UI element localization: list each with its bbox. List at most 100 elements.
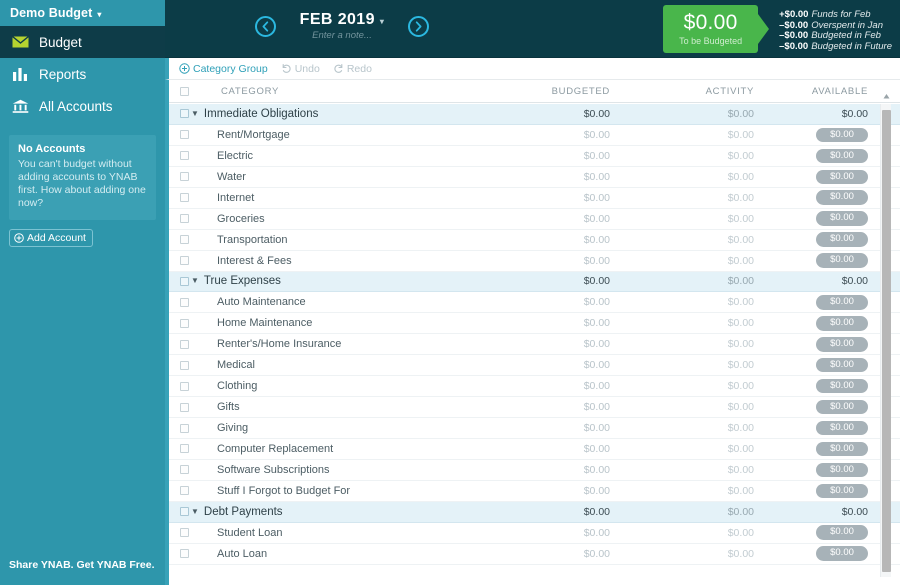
- category-budgeted-input[interactable]: $0.00: [506, 129, 624, 141]
- category-name[interactable]: Student Loan: [191, 527, 282, 539]
- category-row[interactable]: Renter's/Home Insurance $0.00 $0.00 $0.00: [169, 334, 900, 356]
- category-available-pill[interactable]: $0.00: [816, 232, 868, 247]
- category-available-pill[interactable]: $0.00: [816, 483, 868, 499]
- category-group-row[interactable]: ▼ True Expenses $0.00 $0.00 $0.00: [169, 271, 900, 293]
- column-header-budgeted[interactable]: BUDGETED: [506, 86, 624, 97]
- category-activity-value[interactable]: $0.00: [624, 485, 766, 497]
- column-header-category[interactable]: CATEGORY: [191, 86, 506, 97]
- category-row[interactable]: Stuff I Forgot to Budget For $0.00 $0.00 $0…: [169, 480, 900, 502]
- category-group-row[interactable]: ▼ Immediate Obligations $0.00 $0.00 $0.00: [169, 104, 900, 125]
- category-row[interactable]: Computer Replacement $0.00 $0.00 $0.00: [169, 439, 900, 460]
- category-budgeted-input[interactable]: $0.00: [506, 422, 624, 434]
- category-budgeted-input[interactable]: $0.00: [506, 338, 624, 350]
- category-activity-value[interactable]: $0.00: [624, 296, 766, 308]
- category-activity-value[interactable]: $0.00: [624, 192, 766, 204]
- category-budgeted-input[interactable]: $0.00: [506, 380, 624, 392]
- month-picker[interactable]: FEB 2019 ▾: [288, 11, 396, 29]
- select-all-checkbox[interactable]: [179, 86, 189, 96]
- category-budgeted-input[interactable]: $0.00: [506, 401, 624, 413]
- category-name[interactable]: Interest & Fees: [191, 255, 292, 267]
- category-activity-value[interactable]: $0.00: [624, 443, 766, 455]
- category-row[interactable]: Software Subscriptions $0.00 $0.00 $0.00: [169, 459, 900, 481]
- category-checkbox[interactable]: [179, 465, 189, 475]
- group-activity-value[interactable]: $0.00: [624, 506, 766, 518]
- category-name[interactable]: Rent/Mortgage: [191, 129, 290, 141]
- category-budgeted-input[interactable]: $0.00: [506, 527, 624, 539]
- category-available-pill[interactable]: $0.00: [816, 420, 868, 436]
- category-row[interactable]: Transportation $0.00 $0.00 $0.00: [169, 229, 900, 251]
- collapse-triangle-icon[interactable]: ▼: [191, 277, 199, 285]
- group-budgeted-value[interactable]: $0.00: [506, 108, 624, 120]
- category-budgeted-input[interactable]: $0.00: [506, 213, 624, 225]
- category-name[interactable]: Transportation: [191, 234, 288, 246]
- group-checkbox[interactable]: [179, 276, 189, 286]
- category-name[interactable]: Internet: [191, 192, 254, 204]
- category-checkbox[interactable]: [179, 444, 189, 454]
- budget-rows-container[interactable]: ▼ Immediate Obligations $0.00 $0.00 $0.00 Ren…: [169, 104, 900, 585]
- category-name[interactable]: Auto Maintenance: [191, 296, 306, 308]
- category-row[interactable]: Interest & Fees $0.00 $0.00 $0.00: [169, 250, 900, 272]
- category-activity-value[interactable]: $0.00: [624, 548, 766, 560]
- category-row[interactable]: Auto Loan $0.00 $0.00 $0.00: [169, 543, 900, 565]
- category-checkbox[interactable]: [179, 318, 189, 328]
- category-activity-value[interactable]: $0.00: [624, 317, 766, 329]
- category-checkbox[interactable]: [179, 214, 189, 224]
- category-budgeted-input[interactable]: $0.00: [506, 548, 624, 560]
- category-activity-value[interactable]: $0.00: [624, 359, 766, 371]
- category-budgeted-input[interactable]: $0.00: [506, 464, 624, 476]
- category-budgeted-input[interactable]: $0.00: [506, 234, 624, 246]
- category-name[interactable]: Computer Replacement: [191, 443, 333, 455]
- category-available-pill[interactable]: $0.00: [816, 357, 868, 373]
- category-available-pill[interactable]: $0.00: [816, 399, 868, 415]
- category-available-pill[interactable]: $0.00: [816, 127, 868, 143]
- category-available-pill[interactable]: $0.00: [816, 378, 868, 394]
- to-be-budgeted-badge[interactable]: $0.00 To be Budgeted: [663, 5, 770, 53]
- vertical-scrollbar[interactable]: [880, 94, 891, 577]
- category-budgeted-input[interactable]: $0.00: [506, 255, 624, 267]
- category-name[interactable]: Giving: [191, 422, 248, 434]
- category-budgeted-input[interactable]: $0.00: [506, 485, 624, 497]
- category-available-pill[interactable]: $0.00: [816, 253, 868, 268]
- category-activity-value[interactable]: $0.00: [624, 527, 766, 539]
- category-available-pill[interactable]: $0.00: [816, 148, 868, 164]
- category-budgeted-input[interactable]: $0.00: [506, 150, 624, 162]
- category-row[interactable]: Internet $0.00 $0.00 $0.00: [169, 187, 900, 209]
- category-checkbox[interactable]: [179, 423, 189, 433]
- category-activity-value[interactable]: $0.00: [624, 380, 766, 392]
- category-name[interactable]: Auto Loan: [191, 548, 267, 560]
- category-budgeted-input[interactable]: $0.00: [506, 443, 624, 455]
- category-checkbox[interactable]: [179, 381, 189, 391]
- category-checkbox[interactable]: [179, 360, 189, 370]
- category-available-pill[interactable]: $0.00: [816, 441, 868, 457]
- category-activity-value[interactable]: $0.00: [624, 422, 766, 434]
- category-available-pill[interactable]: $0.00: [816, 211, 868, 226]
- category-row[interactable]: Gifts $0.00 $0.00 $0.00: [169, 397, 900, 419]
- sidebar-item-reports[interactable]: Reports: [0, 58, 165, 90]
- column-header-activity[interactable]: ACTIVITY: [624, 86, 766, 97]
- sidebar-item-all-accounts[interactable]: All Accounts: [0, 90, 165, 122]
- next-month-button[interactable]: [408, 15, 429, 37]
- category-row[interactable]: Medical $0.00 $0.00 $0.00: [169, 355, 900, 377]
- category-available-pill[interactable]: $0.00: [816, 337, 868, 352]
- category-activity-value[interactable]: $0.00: [624, 129, 766, 141]
- category-budgeted-input[interactable]: $0.00: [506, 317, 624, 329]
- category-available-pill[interactable]: $0.00: [816, 546, 868, 561]
- category-available-pill[interactable]: $0.00: [816, 525, 868, 540]
- category-row[interactable]: Groceries $0.00 $0.00 $0.00: [169, 208, 900, 230]
- category-row[interactable]: Giving $0.00 $0.00 $0.00: [169, 418, 900, 439]
- budget-name-menu[interactable]: Demo Budget ▾: [0, 0, 165, 26]
- category-row[interactable]: Water $0.00 $0.00 $0.00: [169, 166, 900, 188]
- category-row[interactable]: Electric $0.00 $0.00 $0.00: [169, 145, 900, 167]
- collapse-triangle-icon[interactable]: ▼: [191, 507, 199, 516]
- group-budgeted-value[interactable]: $0.00: [506, 506, 624, 518]
- add-account-button[interactable]: Add Account: [9, 229, 93, 247]
- category-name[interactable]: Electric: [191, 150, 253, 162]
- group-checkbox[interactable]: [179, 507, 189, 517]
- previous-month-button[interactable]: [255, 15, 276, 37]
- category-group-row[interactable]: ▼ Debt Payments $0.00 $0.00 $0.00: [169, 501, 900, 523]
- category-checkbox[interactable]: [179, 549, 189, 559]
- category-checkbox[interactable]: [179, 130, 189, 140]
- group-available-value[interactable]: $0.00: [766, 506, 878, 518]
- group-checkbox[interactable]: [179, 109, 189, 119]
- group-available-value[interactable]: $0.00: [766, 275, 878, 287]
